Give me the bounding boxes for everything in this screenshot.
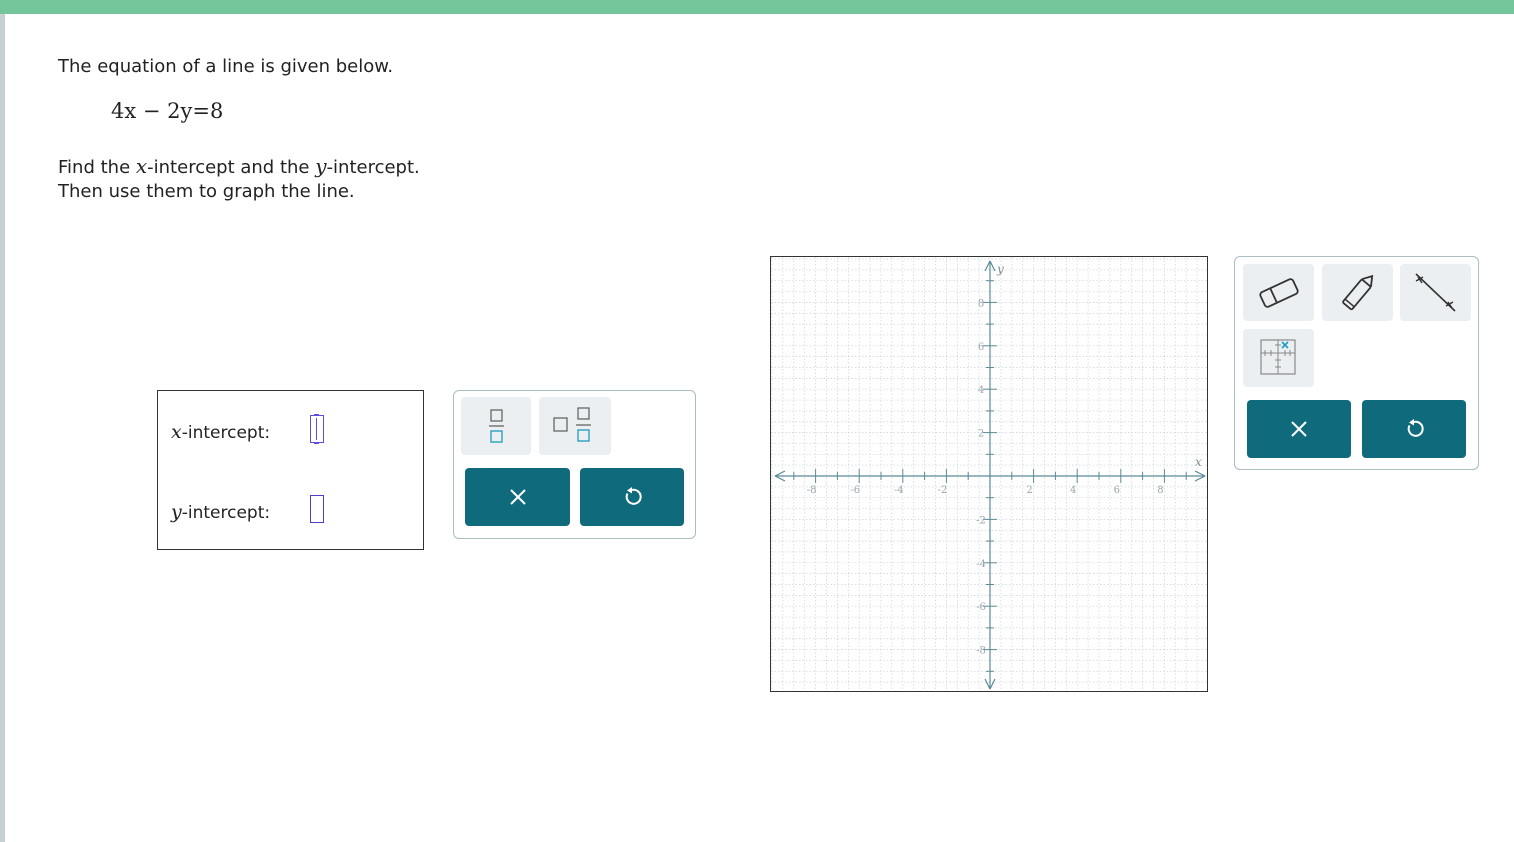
x-intercept-label: x-intercept: xyxy=(171,421,270,443)
keypad-clear-button[interactable] xyxy=(465,468,570,526)
equation-right: 8 xyxy=(209,99,224,123)
x-intercept-var: x xyxy=(171,421,182,443)
y-intercept-input[interactable] xyxy=(310,495,324,523)
x-tick-label: 4 xyxy=(1070,485,1076,496)
y-tick-label: 2 xyxy=(978,429,984,440)
equation-equals: = xyxy=(192,99,210,123)
equation-left: 4x − 2y xyxy=(111,99,193,123)
close-icon xyxy=(1291,421,1307,437)
y-tick-label: -6 xyxy=(976,602,986,613)
x-tick-label: -6 xyxy=(850,485,860,496)
mixed-number-key[interactable] xyxy=(539,397,611,455)
y-tick-label: -4 xyxy=(976,559,986,570)
graph-area[interactable]: -8 -6 -4 -2 2 4 6 8 8 6 4 2 -2 -4 -6 -8 x y xyxy=(770,256,1208,692)
graph-tools-panel xyxy=(1234,256,1479,470)
x-intercept-input[interactable] xyxy=(310,414,324,444)
x-variable: x xyxy=(135,154,148,178)
math-keypad xyxy=(453,390,696,539)
point-tool[interactable] xyxy=(1243,329,1314,387)
eraser-tool[interactable] xyxy=(1243,264,1314,321)
equation: 4x − 2y=8 xyxy=(111,99,223,123)
x-axis-label: x xyxy=(1195,455,1202,469)
undo-icon xyxy=(625,487,642,505)
pencil-tool[interactable] xyxy=(1322,264,1393,321)
y-tick-label: -2 xyxy=(976,515,986,526)
y-intercept-var: y xyxy=(171,501,182,523)
x-tick-label: -2 xyxy=(938,485,948,496)
coordinate-plane[interactable]: -8 -6 -4 -2 2 4 6 8 8 6 4 2 -2 -4 -6 -8 x y xyxy=(771,257,1208,692)
left-rail xyxy=(0,14,5,842)
fraction-key[interactable] xyxy=(461,397,531,455)
x-tick-label: -8 xyxy=(807,485,817,496)
x-tick-label: 2 xyxy=(1026,485,1032,496)
y-tick-label: 8 xyxy=(978,298,984,309)
line-tool[interactable] xyxy=(1400,264,1471,321)
eraser-icon xyxy=(1258,277,1299,308)
top-bar xyxy=(0,0,1514,14)
instruction-line-2: Then use them to graph the line. xyxy=(58,181,355,202)
y-tick-label: 4 xyxy=(978,385,984,396)
y-axis-label: y xyxy=(996,262,1004,276)
instruction-suffix: -intercept. xyxy=(326,157,420,178)
fraction-icon xyxy=(489,409,504,443)
y-tick-label: 6 xyxy=(978,342,984,353)
y-variable: y xyxy=(315,154,327,178)
x-intercept-text: -intercept: xyxy=(181,423,271,443)
undo-icon xyxy=(1407,419,1424,437)
x-tick-label: 8 xyxy=(1157,485,1163,496)
instruction-mid: -intercept and the xyxy=(147,157,316,178)
keypad-undo-button[interactable] xyxy=(580,468,684,526)
tools-undo-button[interactable] xyxy=(1362,400,1466,458)
point-grid-icon xyxy=(1260,339,1296,375)
y-intercept-text: -intercept: xyxy=(181,503,271,523)
pencil-icon xyxy=(1341,274,1373,310)
caret-bottom-mark xyxy=(314,443,319,444)
close-icon xyxy=(509,489,526,505)
tools-clear-button[interactable] xyxy=(1247,400,1351,458)
instruction-prefix: Find the xyxy=(58,157,136,178)
instruction-line-1: Find the x-intercept and the y-intercept… xyxy=(58,154,420,178)
answer-box: x-intercept: y-intercept: xyxy=(157,390,424,550)
caret-top-mark xyxy=(314,414,319,415)
text-caret xyxy=(316,418,317,440)
problem-intro: The equation of a line is given below. xyxy=(58,56,394,77)
x-tick-label: 6 xyxy=(1114,485,1120,496)
mixed-number-icon xyxy=(553,407,591,442)
x-tick-label: -4 xyxy=(894,485,904,496)
line-icon xyxy=(1415,273,1456,312)
y-tick-label: -8 xyxy=(976,646,986,657)
y-intercept-label: y-intercept: xyxy=(171,501,270,523)
